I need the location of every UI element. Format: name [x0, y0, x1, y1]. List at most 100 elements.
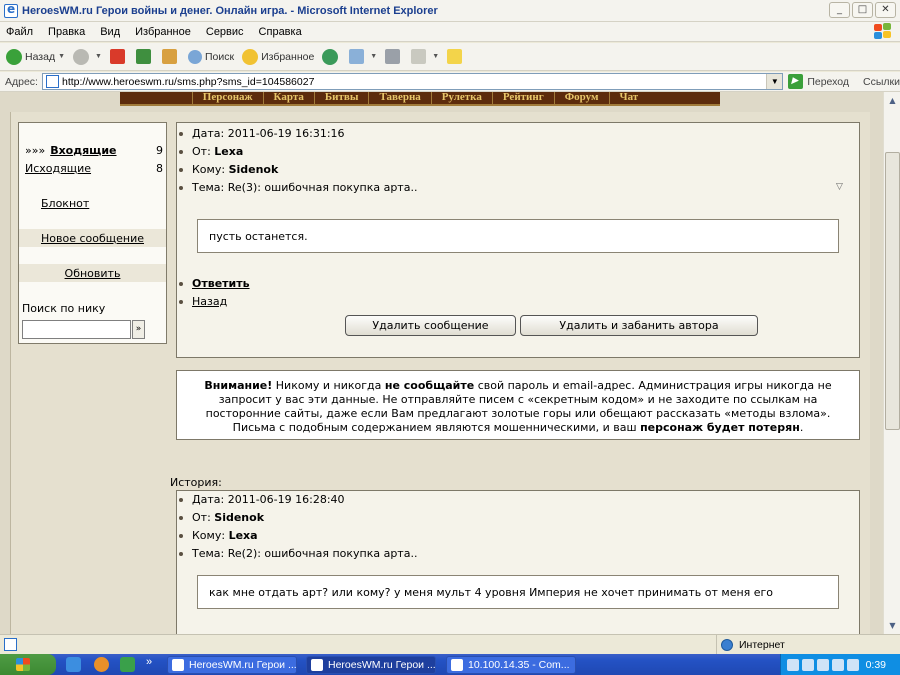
sidebar-item-label[interactable]: Исходящие [25, 162, 91, 175]
app-quicklaunch-icon[interactable] [120, 657, 135, 672]
menu-file[interactable]: Файл [6, 26, 33, 38]
taskbar-button[interactable]: 10.100.14.35 - Com... [446, 656, 576, 674]
warning-attention: Внимание! [204, 379, 273, 392]
game-menu: Персонаж Карта Битвы Таверна Рулетка Рей… [120, 92, 720, 106]
warning-text: . [799, 421, 804, 434]
reply-link[interactable]: Ответить [179, 277, 250, 290]
game-menu-chat[interactable]: Чат [608, 92, 649, 104]
edit-button[interactable]: ▼ [411, 49, 439, 64]
sidebar-item-new-message[interactable]: Новое сообщение [19, 229, 166, 247]
delete-message-button[interactable]: Удалить сообщение [345, 315, 516, 336]
chevron-right-icon[interactable]: » [146, 656, 152, 668]
tray-icon[interactable] [802, 658, 814, 671]
ie-window: HeroesWM.ru Герои войны и денег. Онлайн … [0, 0, 900, 675]
taskbar-button[interactable]: HeroesWM.ru Герои ... [167, 656, 297, 674]
game-menu-rating[interactable]: Рейтинг [491, 92, 554, 104]
sidebar-item-refresh[interactable]: Обновить [19, 264, 166, 282]
links-button[interactable]: Ссылки [863, 76, 900, 88]
toolbar: Назад ▼ ▼ Поиск Избранное ▼ ▼ [0, 43, 900, 71]
sidebar-item-outbox[interactable]: Исходящие 8 [19, 159, 166, 177]
sidebar-item-label[interactable]: Блокнот [41, 197, 89, 210]
menu-help[interactable]: Справка [259, 26, 302, 38]
chevron-down-icon[interactable]: ▼ [766, 74, 783, 89]
address-url: http://www.heroeswm.ru/sms.php?sms_id=10… [61, 75, 315, 88]
reply-link-label[interactable]: Ответить [192, 277, 250, 290]
delete-and-ban-button[interactable]: Удалить и забанить автора [520, 315, 758, 336]
message-subject: Тема: Re(3): ошибочная покупка арта.. [179, 181, 417, 194]
tray-icon[interactable] [832, 658, 844, 671]
scroll-up-icon[interactable]: ▲ [885, 93, 900, 108]
menu-view[interactable]: Вид [100, 26, 120, 38]
mail-button[interactable]: ▼ [349, 49, 377, 64]
menu-tools[interactable]: Сервис [206, 26, 244, 38]
history-button[interactable] [322, 48, 341, 65]
system-tray: 0:39 [780, 654, 900, 675]
search-icon [187, 49, 202, 64]
windows-logo-icon [16, 658, 30, 671]
history-from: От: Sidenok [179, 511, 264, 524]
go-button[interactable]: Переход [788, 74, 849, 89]
chevron-down-icon[interactable]: ▼ [432, 53, 439, 60]
outbox-count: 8 [156, 161, 163, 175]
tray-icon[interactable] [787, 658, 799, 671]
sidebar-item-notepad[interactable]: Блокнот [19, 194, 166, 212]
start-button[interactable] [0, 654, 56, 675]
game-menu-roulette[interactable]: Рулетка [430, 92, 492, 104]
address-input[interactable]: http://www.heroeswm.ru/sms.php?sms_id=10… [41, 73, 784, 90]
refresh-icon [135, 49, 151, 64]
home-button[interactable] [161, 49, 180, 64]
tray-icon[interactable] [817, 658, 829, 671]
ie-icon [4, 2, 18, 18]
sidebar-item-label[interactable]: Обновить [65, 267, 121, 280]
history-date: Дата: 2011-06-19 16:28:40 [179, 493, 345, 506]
forward-button[interactable]: ▼ [73, 48, 102, 65]
bullet-icon [179, 185, 183, 190]
chevron-down-icon[interactable]: ▼ [95, 53, 102, 60]
game-menu-forum[interactable]: Форум [553, 92, 609, 104]
maximize-button[interactable]: □ [852, 2, 873, 18]
tray-icon[interactable] [847, 658, 859, 671]
page-viewport: Персонаж Карта Битвы Таверна Рулетка Рей… [0, 92, 883, 634]
history-panel: Дата: 2011-06-19 16:28:40 От: Sidenok Ко… [176, 490, 860, 634]
minimize-button[interactable]: _ [829, 2, 850, 18]
back-button[interactable]: Назад ▼ [6, 48, 65, 65]
favorites-button[interactable]: Избранное [242, 48, 314, 65]
chevron-down-icon[interactable]: ▼ [58, 53, 65, 60]
sidebar-item-label[interactable]: Входящие [50, 144, 116, 157]
search-input[interactable] [22, 320, 131, 339]
menu-favorites[interactable]: Избранное [135, 26, 191, 38]
history-to: Кому: Lexa [179, 529, 258, 542]
globe-icon [721, 639, 733, 651]
game-menu-map[interactable]: Карта [262, 92, 314, 104]
address-label: Адрес: [5, 75, 38, 88]
bullet-icon [179, 167, 183, 172]
taskbar-button[interactable]: HeroesWM.ru Герои ... [306, 656, 436, 674]
warning-text: Никому и никогда [272, 379, 385, 392]
close-button[interactable]: ✕ [875, 2, 896, 18]
ie-quicklaunch-icon[interactable] [66, 657, 81, 672]
game-menu-battles[interactable]: Битвы [313, 92, 369, 104]
scroll-down-icon[interactable]: ▼ [885, 618, 900, 633]
back-link-label[interactable]: Назад [192, 295, 227, 308]
app-quicklaunch-icon[interactable] [94, 657, 109, 672]
search-button[interactable]: » [132, 320, 145, 339]
chevron-down-icon[interactable]: ▼ [370, 53, 377, 60]
windows-logo-icon [872, 22, 892, 40]
security-zone: Интернет [716, 635, 785, 655]
stop-button[interactable] [109, 49, 128, 64]
message-panel: Дата: 2011-06-19 16:31:16 От: Lexa Кому:… [176, 122, 860, 358]
print-button[interactable] [385, 49, 403, 64]
back-link[interactable]: Назад [179, 295, 227, 308]
page-icon [4, 638, 17, 651]
refresh-button[interactable] [135, 49, 154, 64]
sidebar-item-label[interactable]: Новое сообщение [41, 232, 144, 245]
game-menu-tavern[interactable]: Таверна [368, 92, 430, 104]
game-menu-character[interactable]: Персонаж [191, 92, 263, 104]
vertical-scrollbar[interactable]: ▲ ▼ [883, 92, 900, 634]
menu-edit[interactable]: Правка [48, 26, 85, 38]
messenger-button[interactable] [447, 49, 465, 64]
scrollbar-thumb[interactable] [885, 152, 900, 430]
search-button[interactable]: Поиск [187, 49, 234, 64]
sidebar-item-inbox[interactable]: »»» Входящие 9 [19, 141, 166, 159]
message-date: Дата: 2011-06-19 16:31:16 [179, 127, 345, 140]
